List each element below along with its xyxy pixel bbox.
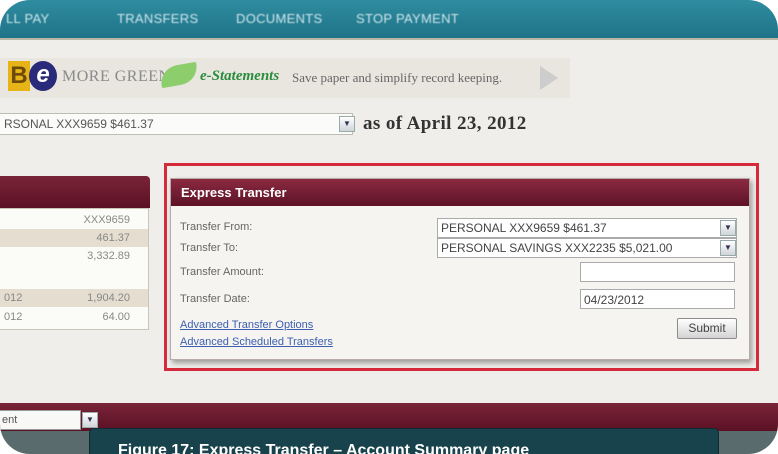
nav-documents[interactable]: DOCUMENTS <box>236 11 322 26</box>
bottom-section-header <box>0 403 778 431</box>
play-arrow-icon[interactable] <box>540 66 558 90</box>
summary-row-label: 012 <box>4 311 23 323</box>
be-logo-b: B <box>8 61 30 91</box>
promo-estatements: e-Statements <box>200 68 280 84</box>
leaf-icon <box>158 61 200 89</box>
nav-bill-pay[interactable]: LL PAY <box>6 11 49 26</box>
summary-row: XXX9659 <box>0 211 148 229</box>
summary-row: 012 64.00 <box>0 308 148 326</box>
account-select[interactable]: RSONAL XXX9659 $461.37 <box>0 113 353 135</box>
as-of-date: as of April 23, 2012 <box>363 113 527 134</box>
advanced-scheduled-transfers-link[interactable]: Advanced Scheduled Transfers <box>180 336 333 348</box>
express-transfer-header: Express Transfer <box>171 179 749 206</box>
be-logo-e: e <box>29 61 57 91</box>
express-transfer-panel: Express Transfer Transfer From: PERSONAL… <box>170 178 750 360</box>
summary-row-value: 64.00 <box>102 311 130 323</box>
account-summary-panel: XXX9659 461.37 3,332.89 012 1,904.20 012… <box>0 208 149 330</box>
nav-transfers[interactable]: TRANSFERS <box>117 11 198 26</box>
summary-row-value: 3,332.89 <box>87 250 130 262</box>
summary-row: 461.37 <box>0 229 148 247</box>
top-navigation: LL PAY TRANSFERS DOCUMENTS STOP PAYMENT <box>0 0 778 40</box>
transfer-from-select[interactable]: PERSONAL XXX9659 $461.37 <box>437 218 737 238</box>
submit-button[interactable]: Submit <box>677 318 737 339</box>
advanced-transfer-options-link[interactable]: Advanced Transfer Options <box>180 319 313 331</box>
screenshot-frame: LL PAY TRANSFERS DOCUMENTS STOP PAYMENT … <box>0 0 778 454</box>
transfer-date-input[interactable]: 04/23/2012 <box>580 289 735 309</box>
chevron-down-icon[interactable]: ▼ <box>82 412 98 428</box>
figure-caption: Figure 17: Express Transfer – Account Su… <box>89 428 719 454</box>
nav-stop-payment[interactable]: STOP PAYMENT <box>356 11 459 26</box>
summary-row: 012 1,904.20 <box>0 289 148 307</box>
chevron-down-icon[interactable]: ▼ <box>339 116 355 132</box>
summary-row-value: XXX9659 <box>83 214 130 226</box>
express-transfer-title: Express Transfer <box>181 185 287 200</box>
chevron-down-icon[interactable]: ▼ <box>720 220 736 236</box>
promo-more-green: MORE GREEN <box>62 68 171 85</box>
summary-row-value: 1,904.20 <box>87 292 130 304</box>
transfer-to-select[interactable]: PERSONAL SAVINGS XXX2235 $5,021.00 <box>437 238 737 258</box>
transfer-amount-input[interactable] <box>580 262 735 282</box>
transfer-date-label: Transfer Date: <box>180 293 250 305</box>
promo-banner[interactable]: B e MORE GREEN e-Statements Save paper a… <box>0 58 570 98</box>
chevron-down-icon[interactable]: ▼ <box>720 240 736 256</box>
summary-row: 3,332.89 <box>0 247 148 265</box>
transfer-to-label: Transfer To: <box>180 242 239 254</box>
bottom-select[interactable]: ent <box>0 410 81 430</box>
summary-row-value: 461.37 <box>96 232 130 244</box>
transfer-from-label: Transfer From: <box>180 221 253 233</box>
transfer-amount-label: Transfer Amount: <box>180 266 264 278</box>
account-summary-header <box>0 176 150 208</box>
summary-row-label: 012 <box>4 292 23 304</box>
promo-text: Save paper and simplify record keeping. <box>292 70 503 85</box>
